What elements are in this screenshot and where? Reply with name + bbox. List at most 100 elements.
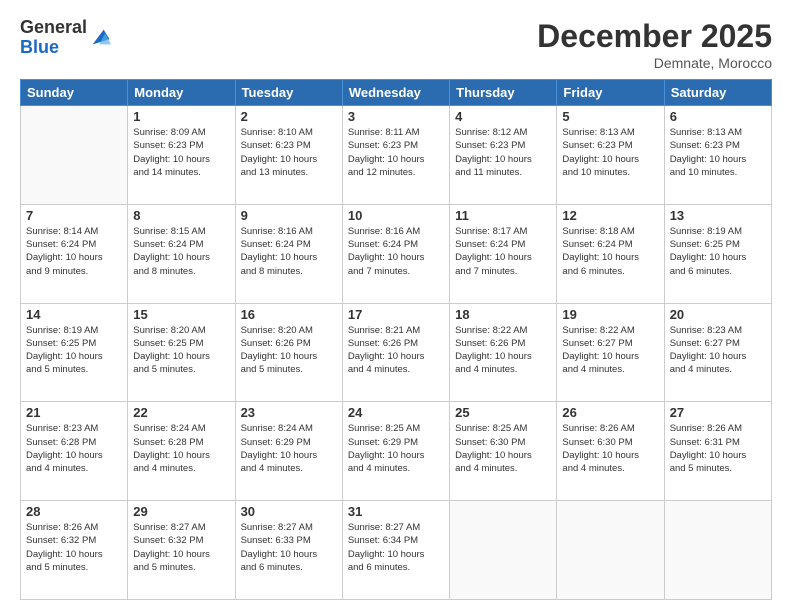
- col-tuesday: Tuesday: [235, 80, 342, 106]
- table-row: 5Sunrise: 8:13 AMSunset: 6:23 PMDaylight…: [557, 106, 664, 205]
- col-saturday: Saturday: [664, 80, 771, 106]
- day-number: 26: [562, 405, 658, 420]
- month-title: December 2025: [537, 18, 772, 55]
- day-number: 4: [455, 109, 551, 124]
- col-sunday: Sunday: [21, 80, 128, 106]
- day-number: 24: [348, 405, 444, 420]
- table-row: 28 Sunrise: 8:26 AMSunset: 6:32 PMDayligh…: [21, 501, 128, 600]
- day-info: Sunrise: 8:26 AMSunset: 6:30 PMDaylight:…: [562, 422, 658, 475]
- table-row: 7Sunrise: 8:14 AMSunset: 6:24 PMDaylight…: [21, 204, 128, 303]
- day-info: Sunrise: 8:20 AMSunset: 6:25 PMDaylight:…: [133, 324, 229, 377]
- day-number: 17: [348, 307, 444, 322]
- day-info: Sunrise: 8:19 AMSunset: 6:25 PMDaylight:…: [26, 324, 122, 377]
- day-info: Sunrise: 8:21 AMSunset: 6:26 PMDaylight:…: [348, 324, 444, 377]
- day-number: 23: [241, 405, 337, 420]
- day-number: 13: [670, 208, 766, 223]
- day-info: Sunrise: 8:15 AMSunset: 6:24 PMDaylight:…: [133, 225, 229, 278]
- table-row: 8 Sunrise: 8:15 AMSunset: 6:24 PMDaylight…: [128, 204, 235, 303]
- page: General Blue December 2025 Demnate, Moro…: [0, 0, 792, 612]
- table-row: 30 Sunrise: 8:27 AMSunset: 6:33 PMDayligh…: [235, 501, 342, 600]
- table-row: 15 Sunrise: 8:20 AMSunset: 6:25 PMDayligh…: [128, 303, 235, 402]
- calendar-week-row: 7Sunrise: 8:14 AMSunset: 6:24 PMDaylight…: [21, 204, 772, 303]
- day-number: 9: [241, 208, 337, 223]
- day-info: Sunrise: 8:20 AMSunset: 6:26 PMDaylight:…: [241, 324, 337, 377]
- table-row: 6Sunrise: 8:13 AMSunset: 6:23 PMDaylight…: [664, 106, 771, 205]
- day-info: Sunrise: 8:10 AMSunset: 6:23 PMDaylight:…: [241, 126, 337, 179]
- day-number: 31: [348, 504, 444, 519]
- day-number: 22: [133, 405, 229, 420]
- day-info: Sunrise: 8:13 AMSunset: 6:23 PMDaylight:…: [670, 126, 766, 179]
- day-number: 19: [562, 307, 658, 322]
- calendar-week-row: 14 Sunrise: 8:19 AMSunset: 6:25 PMDayligh…: [21, 303, 772, 402]
- day-info: Sunrise: 8:17 AMSunset: 6:24 PMDaylight:…: [455, 225, 551, 278]
- day-number: 5: [562, 109, 658, 124]
- table-row: 21 Sunrise: 8:23 AMSunset: 6:28 PMDayligh…: [21, 402, 128, 501]
- table-row: 1 Sunrise: 8:09 AMSunset: 6:23 PMDaylight…: [128, 106, 235, 205]
- table-row: 9Sunrise: 8:16 AMSunset: 6:24 PMDaylight…: [235, 204, 342, 303]
- table-row: 25 Sunrise: 8:25 AMSunset: 6:30 PMDayligh…: [450, 402, 557, 501]
- day-number: 18: [455, 307, 551, 322]
- table-row: [21, 106, 128, 205]
- day-info: Sunrise: 8:12 AMSunset: 6:23 PMDaylight:…: [455, 126, 551, 179]
- day-number: 21: [26, 405, 122, 420]
- day-number: 14: [26, 307, 122, 322]
- day-info: Sunrise: 8:27 AMSunset: 6:32 PMDaylight:…: [133, 521, 229, 574]
- logo: General Blue: [20, 18, 111, 58]
- day-number: 10: [348, 208, 444, 223]
- table-row: 18Sunrise: 8:22 AMSunset: 6:26 PMDayligh…: [450, 303, 557, 402]
- table-row: 29Sunrise: 8:27 AMSunset: 6:32 PMDayligh…: [128, 501, 235, 600]
- table-row: 17 Sunrise: 8:21 AMSunset: 6:26 PMDayligh…: [342, 303, 449, 402]
- table-row: 31 Sunrise: 8:27 AMSunset: 6:34 PMDayligh…: [342, 501, 449, 600]
- col-thursday: Thursday: [450, 80, 557, 106]
- calendar-table: Sunday Monday Tuesday Wednesday Thursday…: [20, 79, 772, 600]
- day-info: Sunrise: 8:27 AMSunset: 6:33 PMDaylight:…: [241, 521, 337, 574]
- title-area: December 2025 Demnate, Morocco: [537, 18, 772, 71]
- logo-text: General Blue: [20, 18, 87, 58]
- logo-blue: Blue: [20, 38, 87, 58]
- day-info: Sunrise: 8:18 AMSunset: 6:24 PMDaylight:…: [562, 225, 658, 278]
- day-number: 3: [348, 109, 444, 124]
- day-info: Sunrise: 8:14 AMSunset: 6:24 PMDaylight:…: [26, 225, 122, 278]
- day-info: Sunrise: 8:11 AMSunset: 6:23 PMDaylight:…: [348, 126, 444, 179]
- col-friday: Friday: [557, 80, 664, 106]
- col-wednesday: Wednesday: [342, 80, 449, 106]
- table-row: 22Sunrise: 8:24 AMSunset: 6:28 PMDayligh…: [128, 402, 235, 501]
- day-info: Sunrise: 8:16 AMSunset: 6:24 PMDaylight:…: [348, 225, 444, 278]
- day-info: Sunrise: 8:27 AMSunset: 6:34 PMDaylight:…: [348, 521, 444, 574]
- day-number: 20: [670, 307, 766, 322]
- table-row: 19 Sunrise: 8:22 AMSunset: 6:27 PMDayligh…: [557, 303, 664, 402]
- day-number: 11: [455, 208, 551, 223]
- table-row: 12Sunrise: 8:18 AMSunset: 6:24 PMDayligh…: [557, 204, 664, 303]
- table-row: 4 Sunrise: 8:12 AMSunset: 6:23 PMDaylight…: [450, 106, 557, 205]
- day-number: 15: [133, 307, 229, 322]
- table-row: 20 Sunrise: 8:23 AMSunset: 6:27 PMDayligh…: [664, 303, 771, 402]
- day-number: 2: [241, 109, 337, 124]
- day-info: Sunrise: 8:19 AMSunset: 6:25 PMDaylight:…: [670, 225, 766, 278]
- day-info: Sunrise: 8:22 AMSunset: 6:27 PMDaylight:…: [562, 324, 658, 377]
- day-info: Sunrise: 8:23 AMSunset: 6:28 PMDaylight:…: [26, 422, 122, 475]
- day-number: 28: [26, 504, 122, 519]
- table-row: 10 Sunrise: 8:16 AMSunset: 6:24 PMDayligh…: [342, 204, 449, 303]
- table-row: [557, 501, 664, 600]
- day-number: 25: [455, 405, 551, 420]
- day-info: Sunrise: 8:26 AMSunset: 6:31 PMDaylight:…: [670, 422, 766, 475]
- calendar-week-row: 28 Sunrise: 8:26 AMSunset: 6:32 PMDayligh…: [21, 501, 772, 600]
- location: Demnate, Morocco: [537, 55, 772, 71]
- table-row: 26 Sunrise: 8:26 AMSunset: 6:30 PMDayligh…: [557, 402, 664, 501]
- table-row: 24 Sunrise: 8:25 AMSunset: 6:29 PMDayligh…: [342, 402, 449, 501]
- table-row: [450, 501, 557, 600]
- day-info: Sunrise: 8:26 AMSunset: 6:32 PMDaylight:…: [26, 521, 122, 574]
- day-info: Sunrise: 8:24 AMSunset: 6:29 PMDaylight:…: [241, 422, 337, 475]
- table-row: 13 Sunrise: 8:19 AMSunset: 6:25 PMDayligh…: [664, 204, 771, 303]
- day-number: 8: [133, 208, 229, 223]
- table-row: 23 Sunrise: 8:24 AMSunset: 6:29 PMDayligh…: [235, 402, 342, 501]
- table-row: 2 Sunrise: 8:10 AMSunset: 6:23 PMDaylight…: [235, 106, 342, 205]
- day-info: Sunrise: 8:25 AMSunset: 6:29 PMDaylight:…: [348, 422, 444, 475]
- day-number: 30: [241, 504, 337, 519]
- day-info: Sunrise: 8:09 AMSunset: 6:23 PMDaylight:…: [133, 126, 229, 179]
- day-info: Sunrise: 8:23 AMSunset: 6:27 PMDaylight:…: [670, 324, 766, 377]
- table-row: [664, 501, 771, 600]
- day-info: Sunrise: 8:25 AMSunset: 6:30 PMDaylight:…: [455, 422, 551, 475]
- calendar-week-row: 1 Sunrise: 8:09 AMSunset: 6:23 PMDaylight…: [21, 106, 772, 205]
- day-number: 1: [133, 109, 229, 124]
